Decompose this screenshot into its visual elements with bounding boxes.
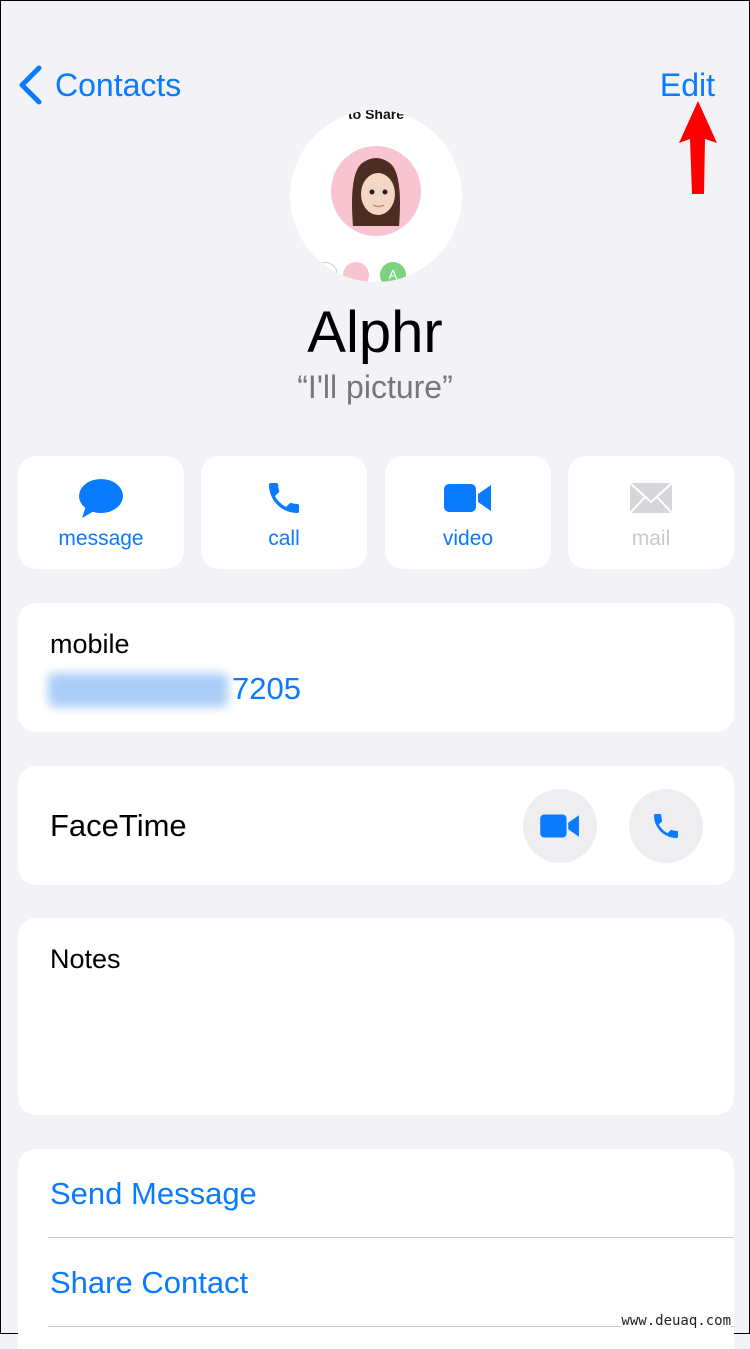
video-button[interactable]: video: [385, 456, 551, 569]
facetime-label: FaceTime: [50, 808, 187, 843]
mail-label: mail: [631, 527, 671, 550]
edit-button[interactable]: Edit: [660, 67, 715, 104]
contact-poster[interactable]: to Share A: [290, 110, 462, 282]
call-label: call: [268, 527, 300, 550]
video-camera-icon: [540, 814, 579, 838]
video-label: video: [442, 527, 494, 550]
send-message-link[interactable]: Send Message: [50, 1176, 257, 1212]
chevron-left-icon: [19, 65, 42, 105]
notes-label: Notes: [50, 944, 121, 974]
memoji-avatar: [331, 146, 421, 236]
red-arrow-annotation: [679, 101, 717, 194]
message-bubble-icon: [79, 479, 123, 518]
poster-option[interactable]: [312, 262, 338, 282]
video-camera-icon: [444, 484, 491, 512]
mail-button[interactable]: mail: [568, 456, 734, 569]
contact-nickname: “I'll picture”: [297, 369, 453, 405]
back-button[interactable]: Contacts: [17, 65, 181, 105]
facetime-audio-button[interactable]: [629, 789, 703, 863]
watermark: www.deuaq.com: [621, 1313, 731, 1329]
poster-option-memoji[interactable]: [343, 262, 369, 282]
phone-icon: [654, 814, 678, 838]
facetime-video-button[interactable]: [523, 789, 597, 863]
notes-card[interactable]: Notes: [18, 918, 734, 1115]
phone-number[interactable]: 7205: [232, 671, 301, 707]
poster-option-monogram[interactable]: A: [380, 262, 406, 282]
divider: [48, 1237, 734, 1238]
back-label: Contacts: [55, 66, 182, 103]
contact-name: Alphr: [307, 300, 443, 365]
poster-caption: to Share: [347, 110, 404, 122]
envelope-icon: [629, 482, 673, 514]
blurred-phone-digits: [48, 673, 228, 707]
phone-label: mobile: [50, 629, 130, 659]
share-contact-link[interactable]: Share Contact: [50, 1265, 248, 1301]
call-button[interactable]: call: [201, 456, 367, 569]
message-button[interactable]: message: [18, 456, 184, 569]
phone-icon: [269, 483, 299, 513]
message-label: message: [58, 527, 144, 550]
phone-card[interactable]: mobile 7205: [18, 603, 734, 732]
facetime-card: FaceTime: [18, 766, 734, 885]
